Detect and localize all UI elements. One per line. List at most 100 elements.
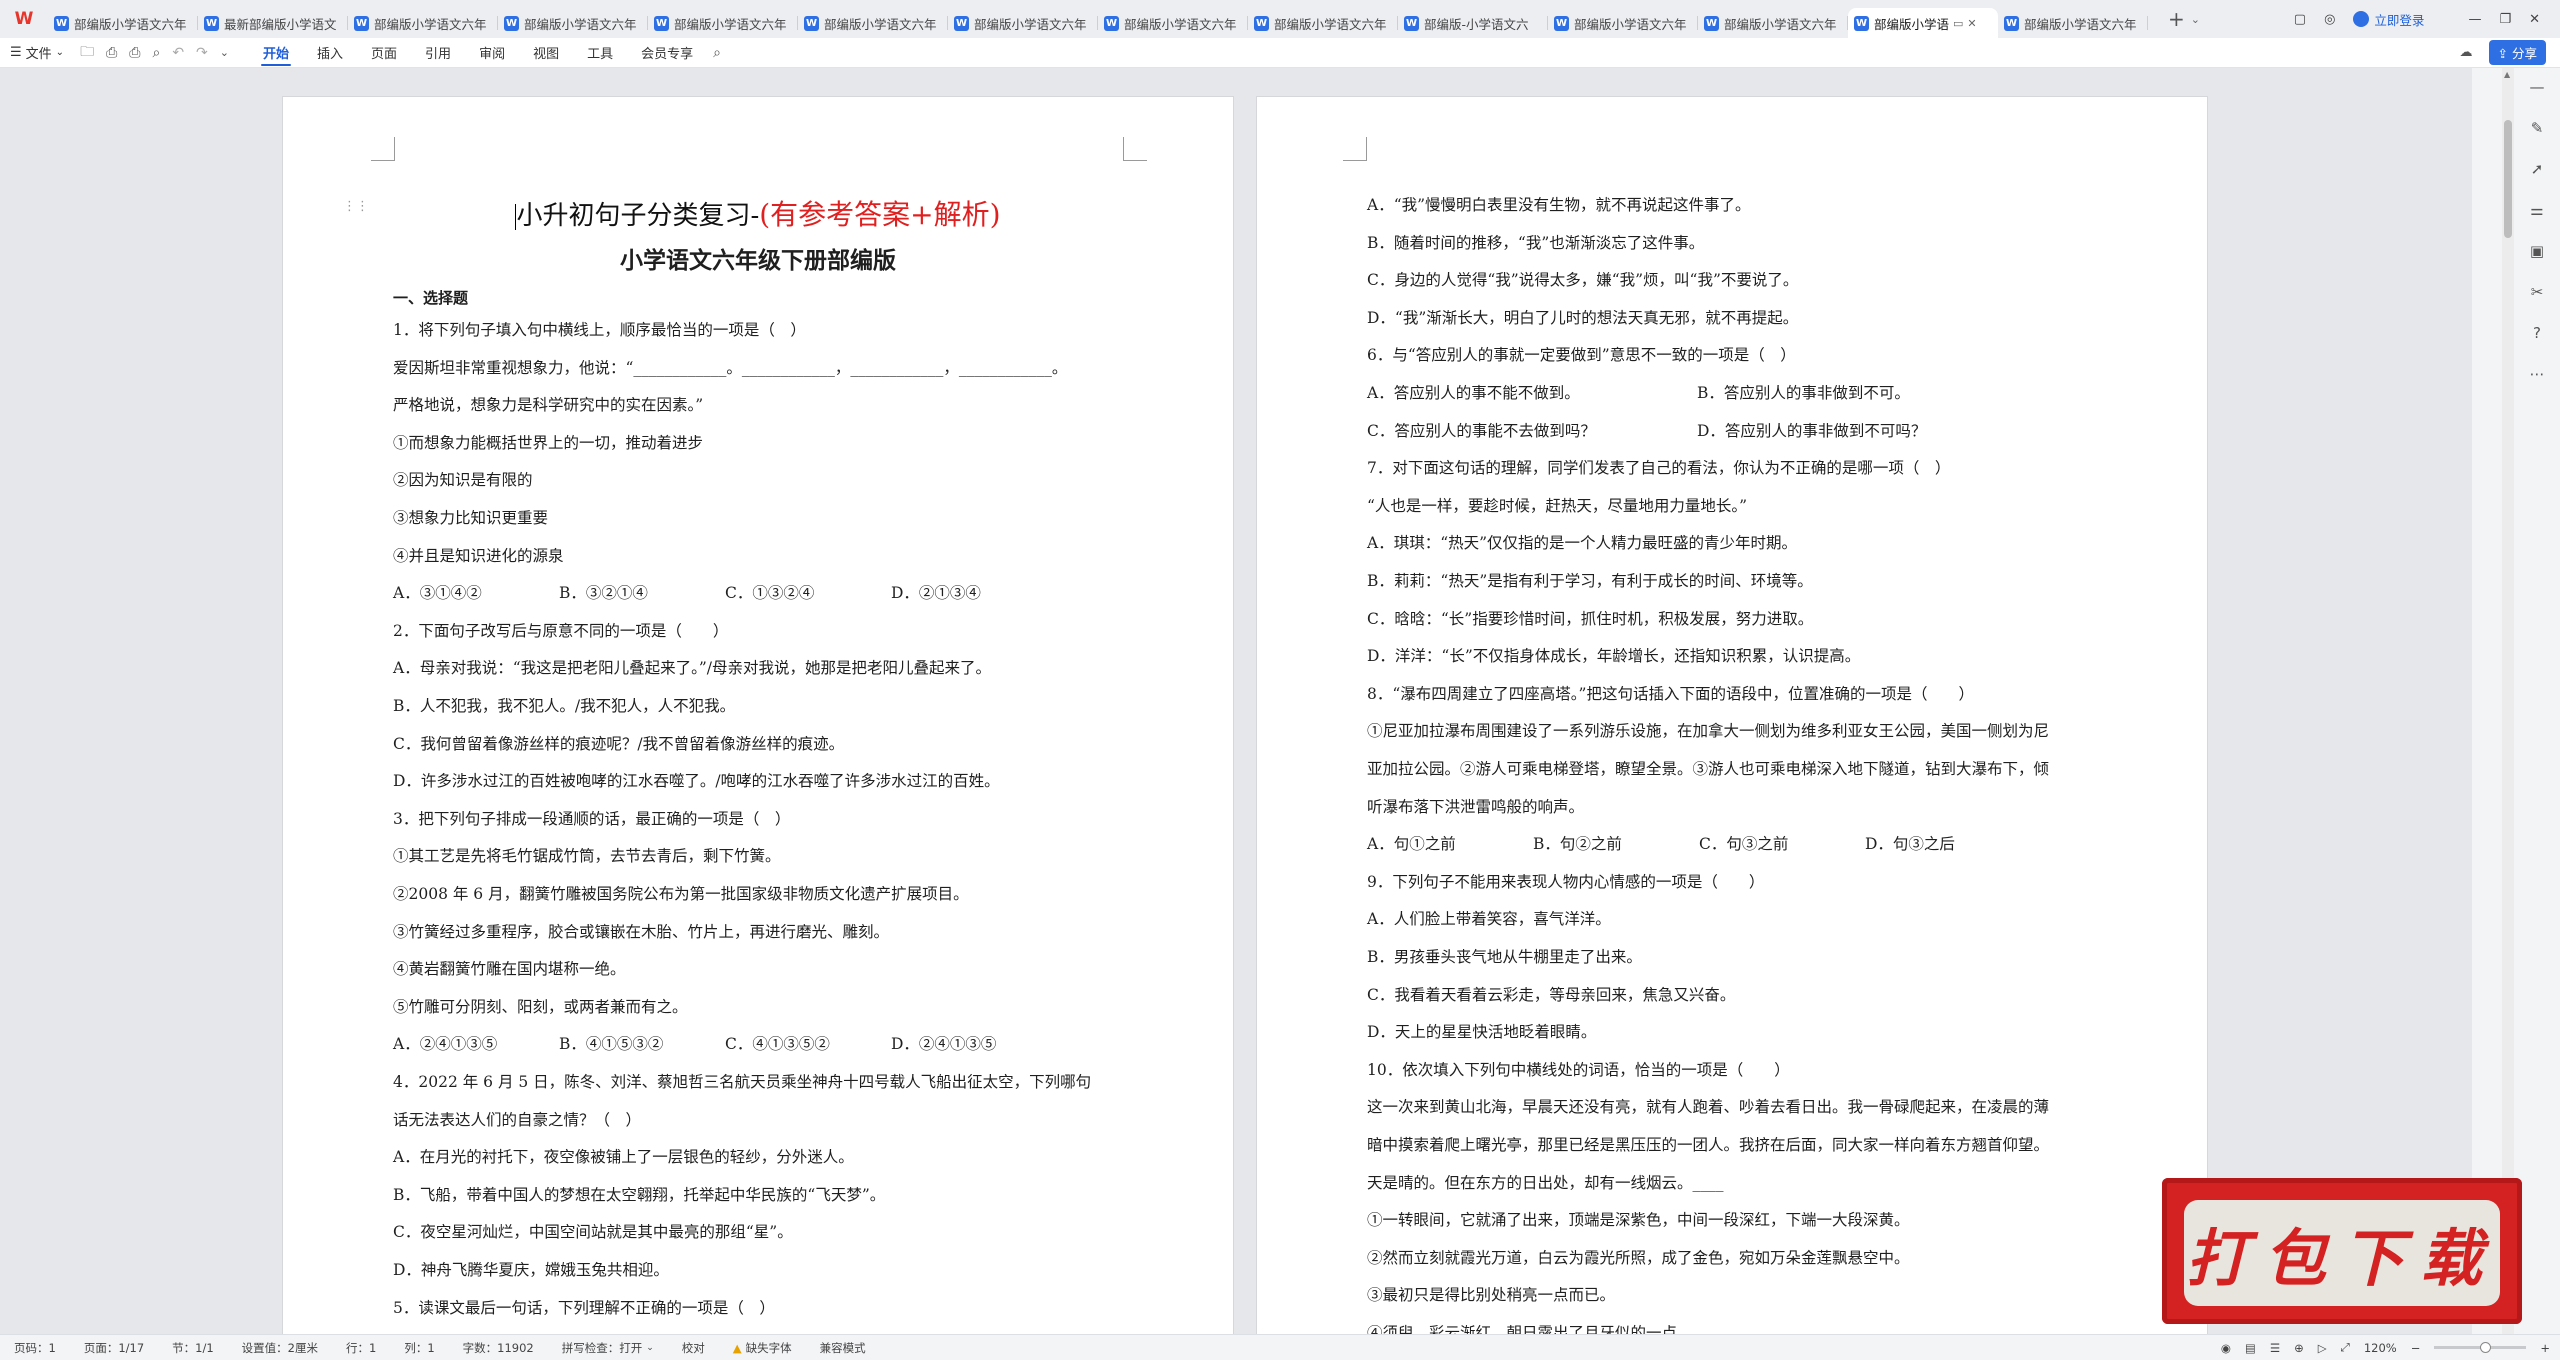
outline-view-icon[interactable]: ☰ [2270, 1341, 2280, 1355]
menu-tab[interactable]: 引用 [411, 38, 465, 68]
word-doc-icon: W [504, 15, 519, 31]
document-line: ④须臾，彩云渐红，朝日露出了月牙似的一点。 [1367, 1324, 1693, 1334]
document-line: 2．下面句子改写后与原意不同的一项是（ ） [393, 621, 729, 640]
collapse-icon[interactable]: — [2530, 78, 2545, 96]
option-item: C．①③②④ [725, 584, 815, 602]
document-canvas[interactable]: ⋮⋮ 小升初句子分类复习-(有参考答案+解析) 小学语文六年级下册部编版 一、选… [0, 68, 2472, 1334]
zoom-slider-knob[interactable] [2479, 1342, 2491, 1353]
document-line: 3．把下列句子排成一段通顺的话，最正确的一项是（ ） [393, 809, 791, 828]
image-edit-icon[interactable]: ▣ [2530, 242, 2544, 260]
tools-icon[interactable]: ✂ [2531, 283, 2544, 301]
document-page-2[interactable]: A．“我”慢慢明白表里没有生物，就不再说起这件事了。 B．随着时间的推移，“我”也… [1256, 96, 2208, 1334]
status-setting[interactable]: 设置值：2厘米 [228, 1340, 332, 1356]
more-icon[interactable]: ⋯ [2530, 365, 2545, 383]
eye-icon[interactable]: ◉ [2221, 1341, 2231, 1355]
document-line: ①尼亚加拉瀑布周围建设了一系列游乐设施，在加拿大一侧划为维多利亚女王公园，美国一… [1367, 722, 2050, 741]
close-icon[interactable]: ✕ [2529, 12, 2540, 27]
doc-tab[interactable]: W 部编版小学语文六年 [798, 8, 948, 38]
style-settings-icon[interactable]: ⚌ [2530, 201, 2543, 219]
menu-tab[interactable]: 会员专享 [627, 38, 707, 68]
doc-tab[interactable]: W 部编版小学语文六年 [648, 8, 798, 38]
word-doc-icon: W [1704, 15, 1719, 31]
tab-close-icon[interactable]: ✕ [1967, 17, 1976, 30]
option-item: D．②④①③⑤ [891, 1035, 997, 1053]
option-item: B．④①⑤③② [559, 1035, 664, 1053]
skin-icon[interactable]: ◎ [2324, 12, 2335, 27]
doc-tab[interactable]: W 部编版小学语文六年 [1248, 8, 1398, 38]
maximize-icon[interactable]: ❐ [2499, 12, 2511, 27]
doc-tab[interactable]: W 部编版小学语 ▭ ✕ [1848, 8, 1998, 38]
file-menu-button[interactable]: ☰ 文件 ⌄ [0, 43, 74, 62]
doc-tab[interactable]: W 部编版小学语文六年 [348, 8, 498, 38]
print-preview-icon[interactable]: ⌕ [146, 45, 166, 61]
menu-tab[interactable]: 视图 [519, 38, 573, 68]
redo-icon[interactable]: ↷ [190, 45, 214, 61]
doc-tab[interactable]: W 部编版小学语文六年 [1998, 8, 2148, 38]
more-chevron-icon[interactable]: ⌄ [214, 46, 235, 59]
doc-tab[interactable]: W 部编版小学语文六年 [1098, 8, 1248, 38]
right-sidebar: ▲ — ✎ ➚ ⚌ ▣ ✂ ? ⋯ [2472, 68, 2560, 1334]
app-logo[interactable]: W [0, 0, 48, 38]
vertical-scrollbar[interactable]: ▲ [2502, 68, 2514, 1334]
login-button[interactable]: 立即登录 [2353, 10, 2424, 29]
web-view-icon[interactable]: ⊕ [2294, 1341, 2304, 1355]
open-folder-icon[interactable]: 🗀 [74, 41, 100, 65]
page-view-icon[interactable]: ▤ [2245, 1341, 2256, 1355]
option-item: B．③②①④ [559, 584, 648, 602]
zoom-in-icon[interactable]: + [2540, 1341, 2550, 1355]
menu-tab[interactable]: 插入 [303, 38, 357, 68]
doc-tab[interactable]: W 部编版小学语文六年 [1698, 8, 1848, 38]
option-item: A．②④①③⑤ [393, 1035, 498, 1053]
option-item: B．答应别人的事非做到不可。 [1697, 384, 1910, 402]
document-line: A．在月光的衬托下，夜空像被铺上了一层银色的轻纱，分外迷人。 [393, 1148, 854, 1167]
doc-tab[interactable]: W 部编版小学语文六年 [48, 8, 198, 38]
fit-width-icon[interactable]: ⤢ [2341, 1340, 2350, 1355]
zoom-out-icon[interactable]: − [2411, 1341, 2421, 1355]
share-button[interactable]: ⇪ 分享 [2488, 40, 2546, 65]
status-missing-font[interactable]: ▲ 缺失字体 [719, 1340, 806, 1356]
option-item: A．答应别人的事不能不做到。 [1367, 384, 1580, 402]
menu-tab[interactable]: 工具 [573, 38, 627, 68]
menu-tab[interactable]: 开始 [249, 38, 303, 68]
document-line: B．飞船，带着中国人的梦想在太空翱翔，托举起中华民族的“飞天梦”。 [393, 1185, 886, 1204]
window-layout-icon[interactable]: ▢ [2294, 12, 2306, 27]
word-doc-icon: W [1104, 15, 1119, 31]
zoom-slider[interactable] [2434, 1342, 2527, 1353]
pen-icon[interactable]: ✎ [2531, 119, 2544, 137]
status-words[interactable]: 字数：11902 [449, 1340, 548, 1356]
document-page-1[interactable]: ⋮⋮ 小升初句子分类复习-(有参考答案+解析) 小学语文六年级下册部编版 一、选… [282, 96, 1234, 1334]
save-icon[interactable]: ⎙ [100, 45, 123, 61]
help-icon[interactable]: ? [2533, 324, 2541, 342]
document-line: D．“我”渐渐长大，明白了儿时的想法天真无邪，就不再提起。 [1367, 308, 1799, 327]
scroll-thumb[interactable] [2504, 120, 2512, 238]
play-icon[interactable]: ▷ [2318, 1341, 2327, 1355]
new-tab-button[interactable]: + [2168, 7, 2185, 31]
comment-icon[interactable]: ▭ [1953, 17, 1963, 30]
doc-tab[interactable]: W 部编版小学语文六年 [948, 8, 1098, 38]
document-line: ④黄岩翻簧竹雕在国内堪称一绝。 [393, 960, 626, 979]
menu-tab[interactable]: 页面 [357, 38, 411, 68]
doc-tab[interactable]: W 部编版-小学语文六 [1398, 8, 1548, 38]
doc-tab[interactable]: W 部编版小学语文六年 [1548, 8, 1698, 38]
scroll-up-icon[interactable]: ▲ [2504, 70, 2510, 79]
select-cursor-icon[interactable]: ➚ [2531, 160, 2544, 178]
tab-list-chevron-icon[interactable]: ⌄ [2191, 13, 2200, 26]
minimize-icon[interactable]: — [2468, 12, 2481, 27]
search-icon[interactable]: ⌕ [707, 45, 727, 61]
doc-tab[interactable]: W 最新部编版小学语文 [198, 8, 348, 38]
status-spell[interactable]: 拼写检查：打开 ⌄ [548, 1340, 668, 1356]
zoom-value[interactable]: 120% [2364, 1341, 2397, 1355]
doc-tab[interactable]: W 部编版小学语文六年 [498, 8, 648, 38]
menu-tab[interactable]: 审阅 [465, 38, 519, 68]
print-icon[interactable]: ⎙ [123, 45, 146, 61]
document-line: 亚加拉公园。②游人可乘电梯登塔，瞭望全景。③游人也可乘电梯深入地下隧道，钻到大瀑… [1367, 760, 2050, 778]
download-pack-banner[interactable]: 打包下载 [2162, 1178, 2522, 1324]
doc-tab-label: 部编版小学语文六年 [374, 16, 487, 32]
status-section[interactable]: 节：1/1 [158, 1340, 228, 1356]
status-proof[interactable]: 校对 [668, 1340, 719, 1356]
cloud-icon[interactable]: ☁ [2460, 45, 2473, 60]
status-pages[interactable]: 页面：1/17 [70, 1340, 158, 1356]
document-line: 天是晴的。但在东方的日出处，却有一线烟云。____ [1367, 1173, 1724, 1192]
status-page[interactable]: 页码：1 [0, 1340, 70, 1356]
undo-icon[interactable]: ↶ [166, 45, 190, 61]
